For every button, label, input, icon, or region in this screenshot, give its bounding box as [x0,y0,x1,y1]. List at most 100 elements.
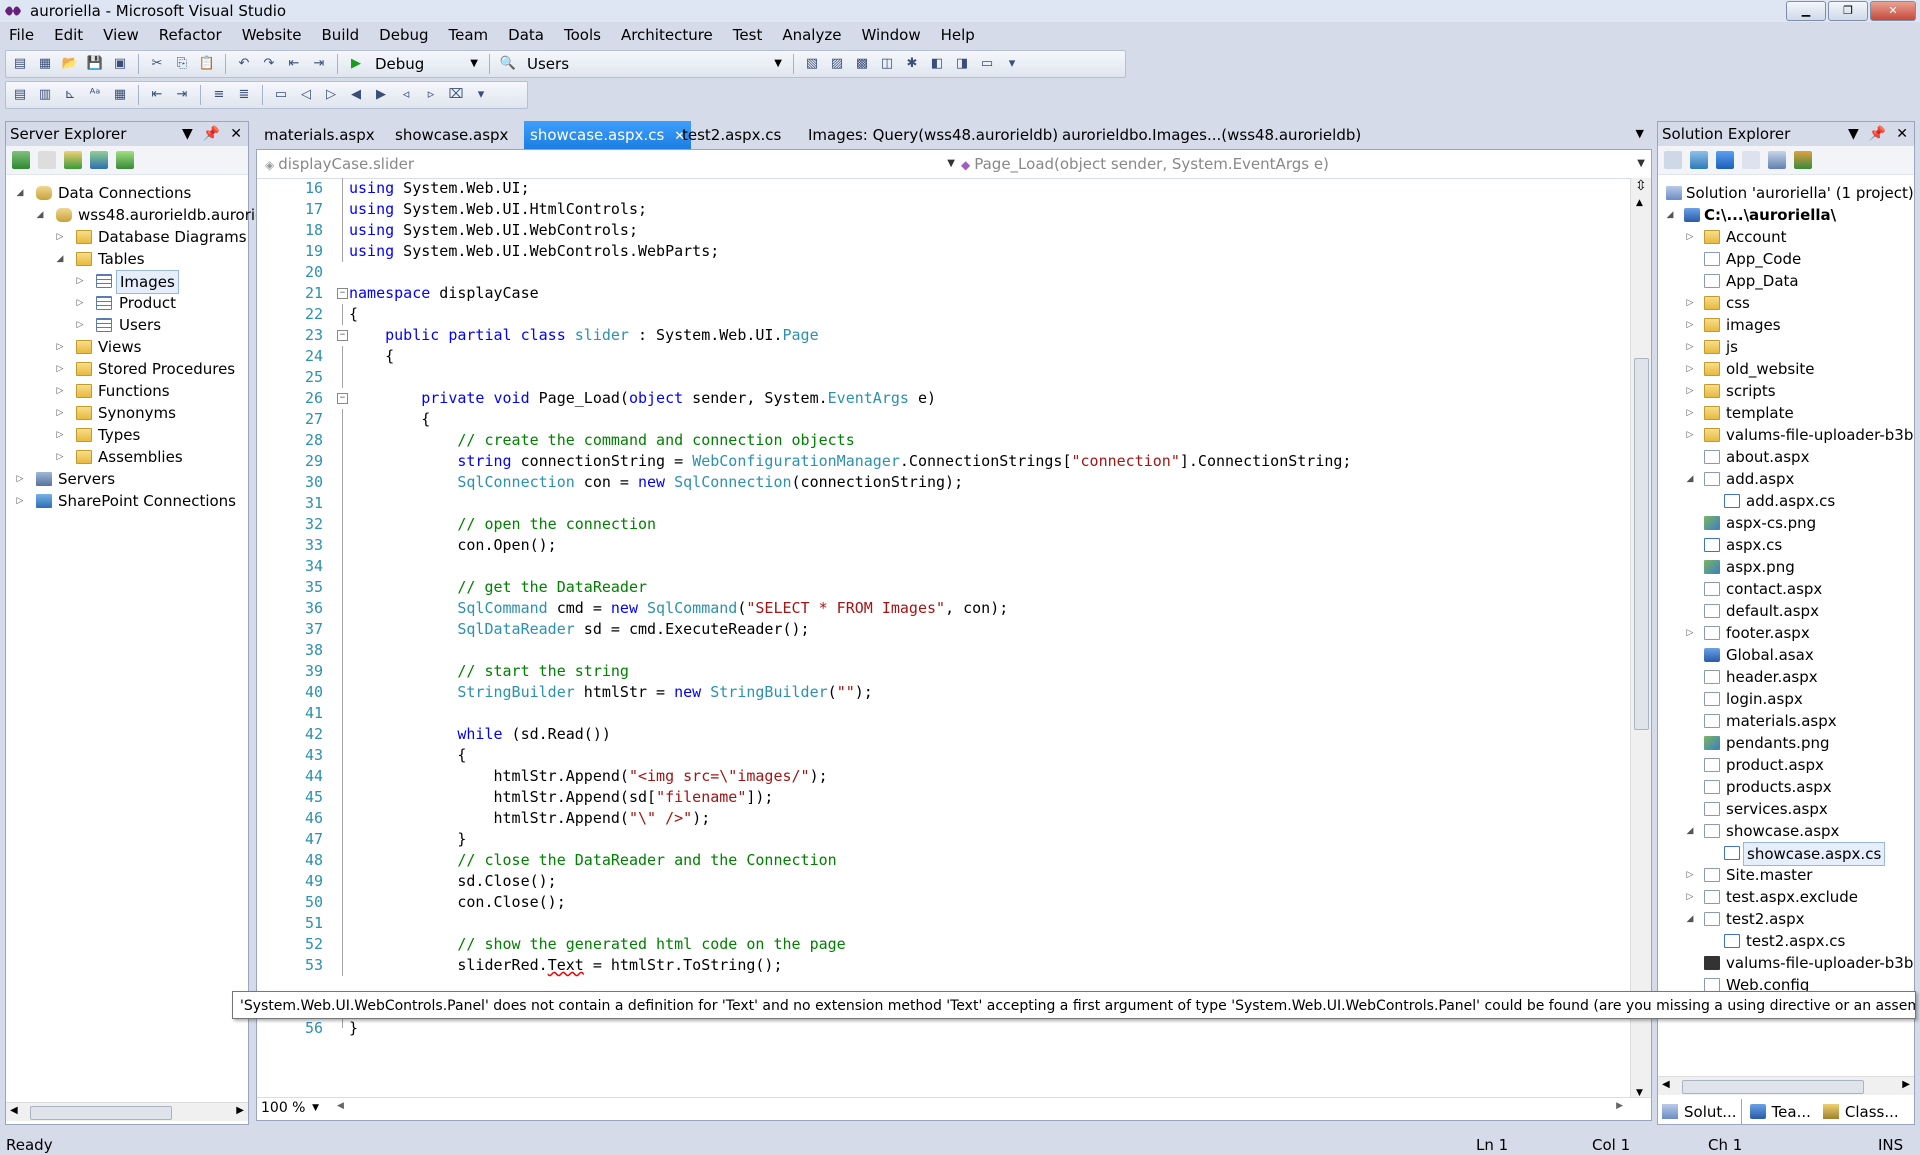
asp-net-config-icon[interactable] [1794,151,1812,169]
copy-icon[interactable]: ⎘ [172,55,192,73]
collapse-arrow-icon[interactable]: ◢ [1684,820,1696,842]
tab-list-dropdown-icon[interactable]: ▼ [1636,127,1644,140]
team-explorer-icon[interactable]: ◨ [952,55,972,73]
menu-build[interactable]: Build [313,22,371,48]
expand-arrow-icon[interactable]: ▷ [54,226,66,248]
expand-arrow-icon[interactable]: ▷ [1684,864,1696,886]
scroll-left-icon[interactable]: ◀ [10,1105,18,1116]
refresh-icon[interactable] [12,151,30,169]
redo-icon[interactable]: ↷ [259,55,279,73]
word-completion-icon[interactable]: ᴬᵃ [85,86,105,104]
tab-team-explorer[interactable]: Tea... [1746,1099,1815,1125]
menu-analyze[interactable]: Analyze [773,22,852,48]
expand-arrow-icon[interactable]: ▷ [14,490,26,512]
expand-arrow-icon[interactable]: ▷ [1684,292,1696,314]
toolbar-overflow-icon[interactable]: ▾ [1002,55,1022,73]
previous-bookmark-icon[interactable]: ◁ [296,86,316,104]
collapse-arrow-icon[interactable]: ◢ [1664,204,1676,226]
properties-icon[interactable]: ▨ [827,55,847,73]
tab-images-query[interactable]: Images: Query(wss48.aurorieldb) [802,121,1064,149]
scroll-right-icon[interactable]: ▶ [236,1105,244,1116]
expand-arrow-icon[interactable]: ▷ [1684,314,1696,336]
pin-icon[interactable]: 📌 [203,122,220,146]
expand-arrow-icon[interactable]: ▷ [14,468,26,490]
toggle-bookmark-icon[interactable]: ▭ [271,86,291,104]
collapse-region-icon[interactable]: − [337,393,348,404]
scroll-right-icon[interactable]: ▶ [1616,1101,1623,1111]
collapse-region-icon[interactable]: − [337,330,348,341]
add-item-icon[interactable]: ▦ [35,55,55,73]
expand-arrow-icon[interactable]: ▷ [1684,402,1696,424]
members-combo[interactable]: ◆ Page_Load(object sender, System.EventAr… [961,153,1645,175]
tab-images-table[interactable]: aurorieldbo.Images...(wss48.aurorieldb) [1056,121,1367,149]
menu-tools[interactable]: Tools [555,22,612,48]
solution-configuration-select[interactable]: Debug ▼ [371,54,481,74]
dropdown-icon[interactable]: ▼ [1848,122,1859,146]
scroll-right-icon[interactable]: ▶ [1902,1079,1910,1090]
next-bookmark-folder-icon[interactable]: ▶ [371,86,391,104]
menu-architecture[interactable]: Architecture [612,22,724,48]
server-explorer-hscroll[interactable]: ◀ ▶ [6,1102,248,1121]
tab-materials-aspx[interactable]: materials.aspx [258,121,381,149]
view-code-icon[interactable] [1742,151,1760,169]
parameter-info-icon[interactable]: ▥ [35,86,55,104]
quick-info-icon[interactable]: ⊾ [60,86,80,104]
expand-arrow-icon[interactable]: ▷ [1684,886,1696,908]
menu-test[interactable]: Test [724,22,774,48]
error-squiggle[interactable]: Text [548,956,584,974]
prev-bookmark-folder-icon[interactable]: ◀ [346,86,366,104]
expand-arrow-icon[interactable]: ▷ [1684,622,1696,644]
menu-window[interactable]: Window [852,22,931,48]
collapse-arrow-icon[interactable]: ◢ [1684,908,1696,930]
clear-bookmarks-icon[interactable]: ⌧ [446,86,466,104]
next-bookmark-doc-icon[interactable]: ▹ [421,86,441,104]
code-text-area[interactable]: 16 using System.Web.UI; 17 using System.We… [257,178,1631,1100]
editor-vertical-scrollbar[interactable]: ⇳ ▲ ▼ [1630,178,1651,1100]
expand-arrow-icon[interactable]: ▷ [1684,424,1696,446]
connect-database-icon[interactable] [64,151,82,169]
close-icon[interactable]: ✕ [1896,122,1908,146]
menu-refactor[interactable]: Refactor [150,22,233,48]
solution-explorer-hscroll[interactable]: ◀ ▶ [1658,1076,1914,1095]
output-icon[interactable]: ▭ [977,55,997,73]
menu-edit[interactable]: Edit [45,22,94,48]
collapse-arrow-icon[interactable]: ◢ [14,182,26,204]
split-editor-icon[interactable]: ⇳ [1635,178,1647,194]
undo-icon[interactable]: ↶ [234,55,254,73]
scroll-up-icon[interactable]: ▲ [1636,198,1643,208]
expand-arrow-icon[interactable]: ▷ [1684,226,1696,248]
scroll-left-icon[interactable]: ◀ [337,1101,344,1111]
expand-arrow-icon[interactable]: ▷ [1684,336,1696,358]
navigate-backward-icon[interactable]: ⇤ [284,55,304,73]
refresh-icon[interactable] [1690,151,1708,169]
expand-arrow-icon[interactable]: ▷ [54,336,66,358]
close-icon[interactable]: ✕ [230,122,242,146]
connect-server-icon[interactable] [90,151,108,169]
expand-arrow-icon[interactable]: ▷ [54,446,66,468]
uncomment-icon[interactable]: ≣ [234,86,254,104]
zoom-select[interactable]: 100 % ▼ [261,1098,319,1118]
dropdown-icon[interactable]: ▼ [182,122,193,146]
copy-website-icon[interactable] [1768,151,1786,169]
collapse-arrow-icon[interactable]: ◢ [34,204,46,226]
expand-arrow-icon[interactable]: ▷ [74,292,86,314]
scroll-thumb[interactable] [1682,1080,1864,1094]
tab-showcase-aspx-cs[interactable]: showcase.aspx.cs ✕ [524,121,692,149]
restore-button[interactable]: ❐ [1828,1,1868,21]
menu-data[interactable]: Data [499,22,555,48]
menu-help[interactable]: Help [932,22,986,48]
collapse-arrow-icon[interactable]: ◢ [1684,468,1696,490]
close-window-button[interactable]: ✕ [1870,1,1916,21]
minimize-button[interactable]: ▁ [1786,1,1826,21]
expand-arrow-icon[interactable]: ▷ [54,424,66,446]
cut-icon[interactable]: ✂ [147,55,167,73]
next-bookmark-icon[interactable]: ▷ [321,86,341,104]
menu-debug[interactable]: Debug [370,22,439,48]
object-members-icon[interactable]: ▤ [10,86,30,104]
tab-test2-aspx-cs[interactable]: test2.aspx.cs [676,121,787,149]
prev-bookmark-doc-icon[interactable]: ◃ [396,86,416,104]
decrease-indent-icon[interactable]: ⇤ [147,86,167,104]
stop-refresh-icon[interactable] [38,151,56,169]
properties-icon[interactable] [1664,151,1682,169]
expand-arrow-icon[interactable]: ▷ [74,314,86,336]
